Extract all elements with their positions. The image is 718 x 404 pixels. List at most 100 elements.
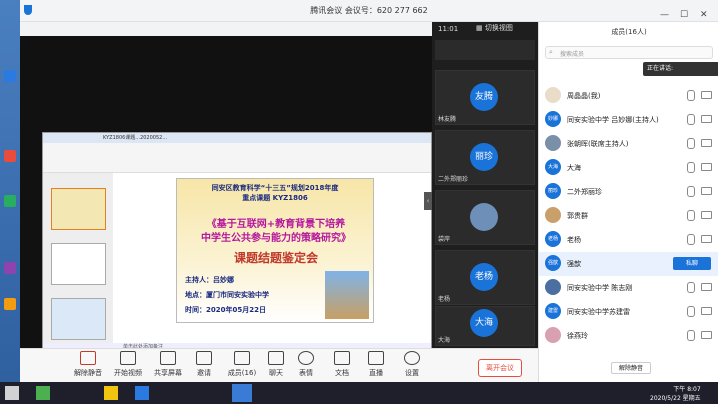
mic-icon <box>687 114 695 125</box>
camera-icon <box>701 163 712 171</box>
member-row[interactable]: 郭贵群 <box>539 204 718 228</box>
video-tile-6[interactable]: 大海 大海 <box>435 306 535 346</box>
mic-icon <box>687 162 695 173</box>
camera-icon <box>701 307 712 315</box>
live-button[interactable]: 直播 <box>356 351 396 378</box>
clock-label: 11:01 <box>438 25 459 33</box>
member-row[interactable]: 建雷 同安实验中学苏建雷 <box>539 300 718 324</box>
member-row[interactable]: 老杨 老杨 <box>539 228 718 252</box>
share-screen-button[interactable]: 共享屏幕 <box>148 351 188 378</box>
camera-off-icon <box>120 351 136 365</box>
mic-icon <box>687 186 695 197</box>
taskbar-app-2[interactable] <box>104 386 118 400</box>
meeting-window: 腾讯会议 会议号：620 277 662 — ☐ ✕ KYZ1806课题...2… <box>20 0 718 382</box>
member-name: 老杨 <box>567 236 581 244</box>
unmute-button[interactable]: 解除静音 <box>68 351 108 378</box>
video-tile-1[interactable] <box>435 40 535 60</box>
member-name: 强歆 <box>567 260 581 268</box>
camera-icon <box>701 187 712 195</box>
start-video-button[interactable]: 开始视频 <box>108 351 148 378</box>
thumb-2[interactable] <box>51 243 106 285</box>
thumb-1[interactable] <box>51 188 106 230</box>
member-row[interactable]: 丽珍 二外郑丽珍 <box>539 180 718 204</box>
member-avatar: 建雷 <box>545 303 561 319</box>
video-name: 大海 <box>438 337 451 344</box>
slide-host: 主持人：吕妙娜 <box>185 276 234 284</box>
desktop-icon-3[interactable] <box>4 195 16 207</box>
member-row[interactable]: 张朝晖(联席主持人) <box>539 132 718 156</box>
member-name: 同安实验中学苏建雷 <box>567 308 630 316</box>
mute-all-button[interactable]: 解除静音 <box>611 362 651 374</box>
member-avatar: 大海 <box>545 159 561 175</box>
video-avatar: 丽珍 <box>470 143 498 171</box>
member-row[interactable]: 强歆 强歆 私聊 <box>539 252 718 276</box>
search-icon: ⌕ <box>549 48 553 56</box>
camera-icon <box>701 211 712 219</box>
member-row[interactable]: 同安实验中学 陈志刚 <box>539 276 718 300</box>
doc-tab[interactable]: KYZ1806课题...2020052... <box>103 134 167 141</box>
video-name: 二外郑丽珍 <box>438 176 469 183</box>
member-name: 同安实验中学 吕妙娜(主持人) <box>567 116 659 124</box>
mic-icon <box>687 210 695 221</box>
video-tile-3[interactable]: 丽珍 二外郑丽珍 <box>435 130 535 185</box>
member-name: 二外郑丽珍 <box>567 188 602 196</box>
member-avatar: 妙娜 <box>545 111 561 127</box>
doc-ribbon <box>43 143 431 173</box>
taskbar-app-3[interactable] <box>135 386 149 400</box>
member-name: 张朝晖(联席主持人) <box>567 140 629 148</box>
mic-icon <box>687 282 695 293</box>
member-row[interactable]: 大海 大海 <box>539 156 718 180</box>
taskbar-app-meeting[interactable] <box>232 384 252 402</box>
private-chat-button[interactable]: 私聊 <box>673 257 711 270</box>
taskbar-clock: 下午 8:07 2020/5/22 星期五 <box>650 386 701 402</box>
member-name: 郭贵群 <box>567 212 588 220</box>
video-tile-4[interactable]: 袋岸 <box>435 190 535 245</box>
member-name: 同安实验中学 陈志刚 <box>567 284 633 292</box>
slide-date: 时间：2020年05月22日 <box>185 306 266 314</box>
video-name: 袋岸 <box>438 236 451 243</box>
member-row[interactable]: 徐燕玲 <box>539 324 718 348</box>
desktop-icon-5[interactable] <box>4 298 16 310</box>
member-avatar: 丽珍 <box>545 183 561 199</box>
leave-meeting-button[interactable]: 离开会议 <box>478 359 522 377</box>
switch-view-button[interactable]: ▦ 切换视图 <box>476 23 513 33</box>
camera-icon <box>701 235 712 243</box>
desktop-icon-4[interactable] <box>4 262 16 274</box>
member-row[interactable]: 周晶晶(我) <box>539 84 718 108</box>
video-tile-5[interactable]: 老杨 老杨 <box>435 250 535 305</box>
member-name: 徐燕玲 <box>567 332 588 340</box>
member-avatar: 老杨 <box>545 231 561 247</box>
grid-icon: ▦ <box>476 24 483 32</box>
members-panel: 成员(16人) ⌕ 搜索成员 正在讲话: 周晶晶(我) 妙娜 同安实验中学 吕妙娜(… <box>538 22 718 382</box>
video-column: 11:01 ▦ 切换视图 友腾 林友腾 丽珍 二外郑丽珍 袋岸 老杨 老杨 大海 大海 <box>432 22 538 348</box>
settings-button[interactable]: 设置 <box>392 351 432 378</box>
member-row[interactable]: 妙娜 同安实验中学 吕妙娜(主持人) <box>539 108 718 132</box>
video-avatar: 友腾 <box>470 83 498 111</box>
emoji-button[interactable]: 表情 <box>286 351 326 378</box>
camera-icon <box>701 91 712 99</box>
members-title: 成员(16人) <box>611 28 647 36</box>
video-avatar <box>470 203 498 231</box>
taskbar-app-1[interactable] <box>36 386 50 400</box>
start-button-icon[interactable] <box>5 386 19 400</box>
mic-icon <box>687 330 695 341</box>
desktop-icon-2[interactable] <box>4 150 16 162</box>
mic-icon <box>687 138 695 149</box>
thumb-3[interactable] <box>51 298 106 340</box>
video-tile-2[interactable]: 友腾 林友腾 <box>435 70 535 125</box>
member-avatar <box>545 279 561 295</box>
chat-icon <box>268 351 284 365</box>
camera-icon <box>701 115 712 123</box>
members-search-box[interactable]: ⌕ 搜索成员 <box>545 46 713 59</box>
share-icon <box>160 351 176 365</box>
current-slide: 同安区教育科学“十三五”规划2018年度 重点课题 KYZ1806 《基于互联网… <box>176 178 374 323</box>
shield-icon <box>24 5 32 15</box>
slide-title1: 《基于互联网+教育背景下培养 <box>206 219 346 230</box>
invite-icon <box>196 351 212 365</box>
desktop-icon-1[interactable] <box>4 70 16 82</box>
mic-icon <box>687 234 695 245</box>
invite-button[interactable]: 邀请 <box>184 351 224 378</box>
member-avatar: 强歆 <box>545 255 561 271</box>
collapse-arrow[interactable]: ‹ <box>424 192 432 210</box>
video-name: 老杨 <box>438 296 451 303</box>
